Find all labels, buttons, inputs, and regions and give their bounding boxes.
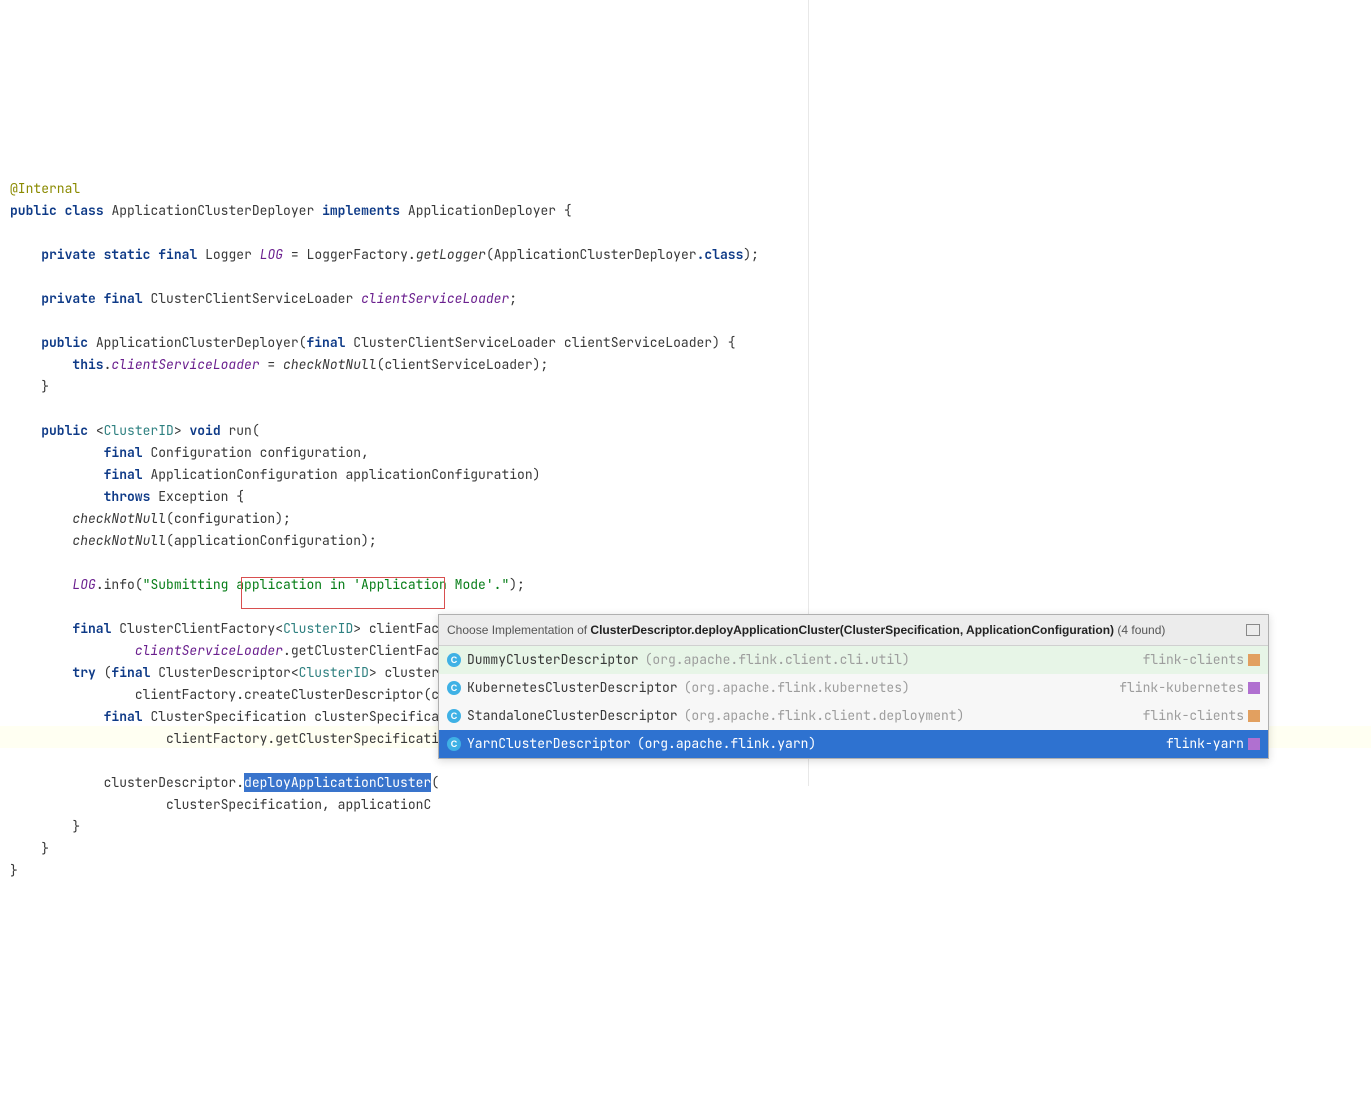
type-logger: Logger xyxy=(205,246,252,263)
implementation-chooser-popup[interactable]: Choose Implementation of ClusterDescript… xyxy=(438,614,1269,759)
call-checknotnull: checkNotNull xyxy=(72,510,166,527)
generic-param: ClusterID xyxy=(104,422,174,439)
list-item[interactable]: C KubernetesClusterDescriptor (org.apach… xyxy=(439,674,1268,702)
keyword-void: void xyxy=(189,422,220,439)
module-icon xyxy=(1248,682,1260,694)
popup-title: Choose Implementation of ClusterDescript… xyxy=(447,619,1165,641)
impl-package: (org.apache.flink.yarn) xyxy=(637,733,816,755)
string-literal: "Submitting application in 'Application … xyxy=(143,576,510,593)
var-appconf: applicationConfiguration xyxy=(345,466,532,483)
method-createcd: createClusterDescriptor xyxy=(244,686,423,703)
popup-signature: ClusterDescriptor.deployApplicationClust… xyxy=(590,623,1114,637)
list-item[interactable]: C DummyClusterDescriptor (org.apache.fli… xyxy=(439,646,1268,674)
method-getcs: getClusterSpecification xyxy=(275,730,454,747)
arg-conf: configuration xyxy=(174,510,275,527)
var-cf-ref2: clientFactory xyxy=(166,730,267,747)
arg-appconf: applicationConfiguration xyxy=(174,532,361,549)
keyword-final: final xyxy=(158,246,197,263)
keyword-private: private xyxy=(41,290,96,307)
field-ref: clientServiceLoader xyxy=(111,356,259,373)
arg: clientServiceLoader xyxy=(384,356,532,373)
selected-method[interactable]: deployApplicationCluster xyxy=(244,773,431,792)
list-item[interactable]: C StandaloneClusterDescriptor (org.apach… xyxy=(439,702,1268,730)
impl-name: KubernetesClusterDescriptor xyxy=(467,677,678,699)
impl-name: StandaloneClusterDescriptor xyxy=(467,705,678,727)
keyword-this: this xyxy=(72,356,103,373)
ctor-name: ApplicationClusterDeployer xyxy=(96,334,299,351)
var-cd-ref: clusterDescriptor xyxy=(104,774,237,791)
class-loggerfactory: LoggerFactory xyxy=(307,246,408,263)
type-exception: Exception xyxy=(158,488,228,505)
code-editor[interactable]: @Internal public class ApplicationCluste… xyxy=(0,132,1371,882)
class-icon: C xyxy=(447,653,461,667)
keyword-final: final xyxy=(104,708,143,725)
type-ccf: ClusterClientFactory xyxy=(119,620,275,637)
class-icon: C xyxy=(447,681,461,695)
method-run: run xyxy=(228,422,251,439)
keyword-final: final xyxy=(104,444,143,461)
call-checknotnull: checkNotNull xyxy=(72,532,166,549)
var-configuration: configuration xyxy=(260,444,361,461)
popup-count: (4 found) xyxy=(1114,623,1165,637)
class-name: ApplicationClusterDeployer xyxy=(111,202,314,219)
type-cd: ClusterDescriptor xyxy=(158,664,291,681)
type-cs: ClusterSpecification xyxy=(150,708,306,725)
module-icon xyxy=(1248,738,1260,750)
module-icon xyxy=(1248,710,1260,722)
param-type: ClusterClientServiceLoader xyxy=(353,334,556,351)
impl-module: flink-yarn xyxy=(1166,733,1260,755)
class-arg: ApplicationClusterDeployer xyxy=(494,246,697,263)
field-log: LOG xyxy=(260,246,283,263)
impl-name: YarnClusterDescriptor xyxy=(467,733,631,755)
keyword-final: final xyxy=(72,620,111,637)
class-icon: C xyxy=(447,709,461,723)
impl-package: (org.apache.flink.client.cli.util) xyxy=(645,649,910,671)
module-icon xyxy=(1248,654,1260,666)
arg-cs: clusterSpecification xyxy=(166,796,322,813)
keyword-final: final xyxy=(306,334,345,351)
impl-module: flink-kubernetes xyxy=(1119,677,1260,699)
popup-settings-icon[interactable] xyxy=(1246,624,1260,636)
impl-module: flink-clients xyxy=(1143,705,1260,727)
dot-class: .class xyxy=(697,246,744,263)
param-name: clientServiceLoader xyxy=(564,334,712,351)
impl-package: (org.apache.flink.kubernetes) xyxy=(684,677,910,699)
keyword-throws: throws xyxy=(104,488,151,505)
field-csl-ref: clientServiceLoader xyxy=(135,642,283,659)
type-ccsl: ClusterClientServiceLoader xyxy=(150,290,353,307)
open-paren: ( xyxy=(431,774,439,791)
method-checknotnull: checkNotNull xyxy=(283,356,377,373)
impl-package: (org.apache.flink.client.deployment) xyxy=(684,705,965,727)
list-item-selected[interactable]: C YarnClusterDescriptor (org.apache.flin… xyxy=(439,730,1268,758)
var-cf-ref: clientFactory xyxy=(135,686,236,703)
popup-prefix: Choose Implementation of xyxy=(447,623,590,637)
keyword-implements: implements xyxy=(322,202,400,219)
method-getlogger: getLogger xyxy=(416,246,486,263)
impl-name: DummyClusterDescriptor xyxy=(467,649,639,671)
class-icon: C xyxy=(447,737,461,751)
field-log-ref: LOG xyxy=(72,576,95,593)
keyword-final: final xyxy=(104,466,143,483)
keyword-private: private xyxy=(41,246,96,263)
method-info: info xyxy=(104,576,135,593)
generic-arg2: ClusterID xyxy=(299,664,369,681)
keyword-try: try xyxy=(72,664,95,681)
keyword-public: public xyxy=(41,334,88,351)
type-appconf: ApplicationConfiguration xyxy=(150,466,337,483)
keyword-public: public xyxy=(10,202,57,219)
keyword-public: public xyxy=(41,422,88,439)
type-configuration: Configuration xyxy=(150,444,251,461)
keyword-class: class xyxy=(65,202,104,219)
keyword-static: static xyxy=(104,246,151,263)
arg-appconf-partial: applicationC xyxy=(338,796,432,813)
annotation: @Internal xyxy=(10,180,80,197)
interface-name: ApplicationDeployer xyxy=(408,202,556,219)
impl-module: flink-clients xyxy=(1143,649,1260,671)
field-csl: clientServiceLoader xyxy=(361,290,509,307)
keyword-final: final xyxy=(104,290,143,307)
popup-header: Choose Implementation of ClusterDescript… xyxy=(439,615,1268,646)
generic-arg: ClusterID xyxy=(283,620,353,637)
keyword-final: final xyxy=(111,664,150,681)
